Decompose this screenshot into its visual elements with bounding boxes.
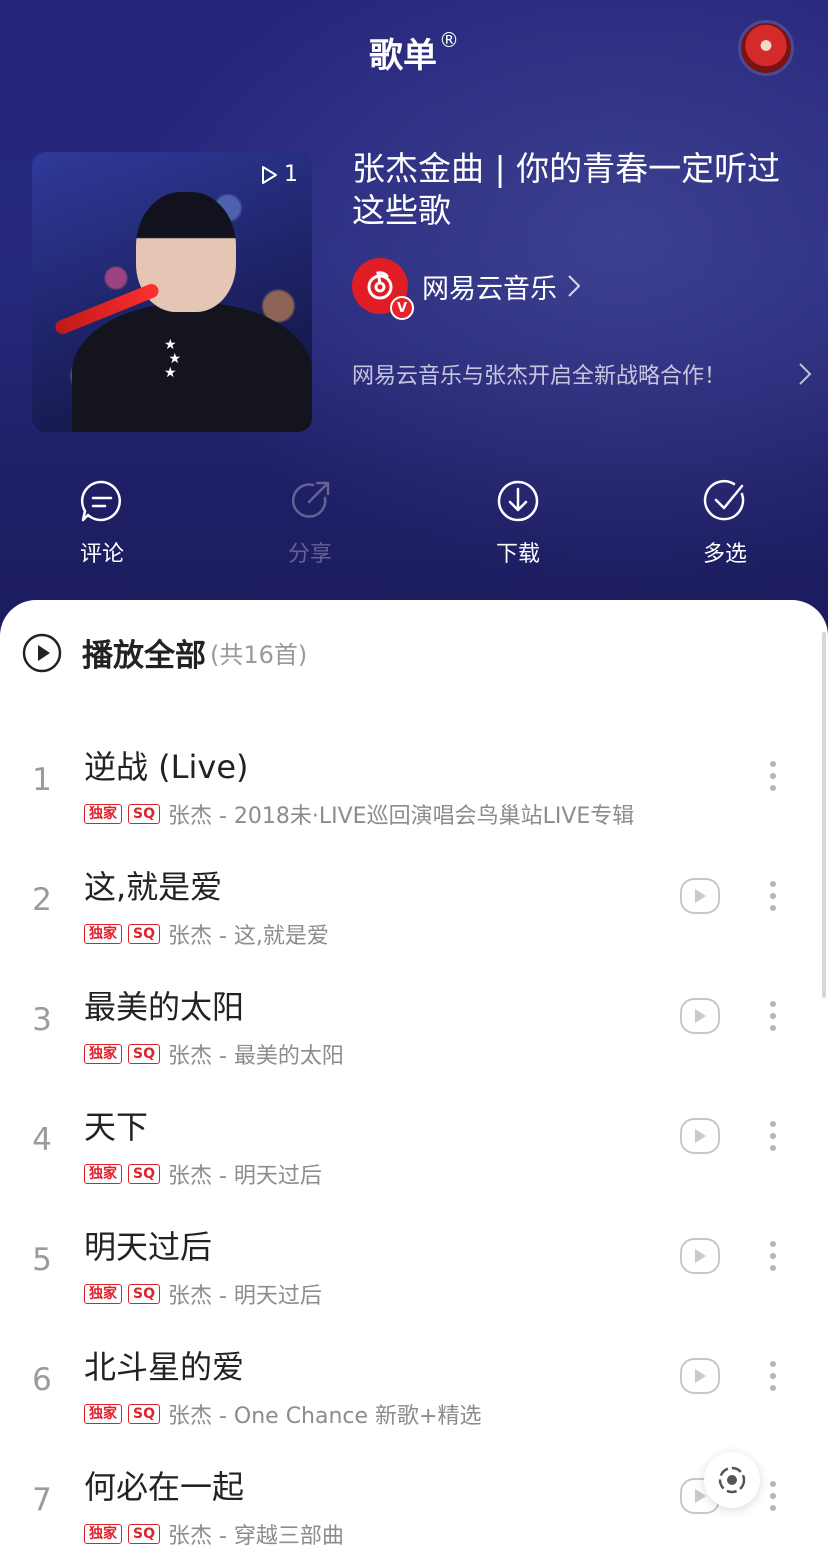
verified-badge: V	[390, 296, 414, 320]
song-meta: 独家 SQ 张杰 - 明天过后	[84, 1158, 322, 1190]
creator-avatar[interactable]: V	[352, 258, 414, 320]
playlist-title: 张杰金曲 | 你的青春一定听过这些歌	[352, 149, 781, 230]
song-artist-album: 张杰 - 明天过后	[167, 1164, 322, 1189]
song-row[interactable]: 7 何必在一起独家 SQ 张杰 - 穿越三部曲	[0, 1440, 828, 1560]
share-button[interactable]: 分享	[250, 478, 370, 568]
song-artist-album: 张杰 - 穿越三部曲	[167, 1524, 344, 1549]
song-artist-album: 张杰 - 2018未·LIVE巡回演唱会鸟巢站LIVE专辑	[167, 804, 635, 829]
song-title: 这,就是爱	[84, 868, 223, 906]
exclusive-tag: 独家	[84, 804, 122, 824]
play-icon	[695, 1369, 706, 1383]
cover-stars: ★ ★ ★	[164, 337, 182, 381]
song-title: 明天过后	[84, 1228, 213, 1266]
exclusive-tag: 独家	[84, 1524, 122, 1544]
song-row[interactable]: 5 明天过后独家 SQ 张杰 - 明天过后	[0, 1200, 828, 1320]
exclusive-tag: 独家	[84, 1164, 122, 1184]
playlist-cover[interactable]: ★ ★ ★ 1	[32, 152, 312, 432]
song-index: 2	[32, 882, 52, 918]
song-meta: 独家 SQ 张杰 - One Chance 新歌+精选	[84, 1398, 482, 1430]
more-options-icon[interactable]	[766, 1478, 780, 1514]
sq-quality-tag: SQ	[128, 1404, 160, 1424]
sq-quality-tag: SQ	[128, 1284, 160, 1304]
sq-quality-tag: SQ	[128, 1044, 160, 1064]
play-icon	[695, 1489, 706, 1503]
scrollbar[interactable]	[822, 632, 826, 998]
download-button[interactable]: 下载	[458, 478, 578, 568]
song-artist-album: 张杰 - One Chance 新歌+精选	[167, 1404, 482, 1429]
multiselect-icon	[703, 479, 745, 521]
more-options-icon[interactable]	[766, 1238, 780, 1274]
mv-play-button[interactable]	[680, 878, 720, 914]
song-meta: 独家 SQ 张杰 - 最美的太阳	[84, 1038, 344, 1070]
song-row[interactable]: 3 最美的太阳独家 SQ 张杰 - 最美的太阳	[0, 960, 828, 1080]
song-row[interactable]: 4 天下独家 SQ 张杰 - 明天过后	[0, 1080, 828, 1200]
play-icon	[695, 1249, 706, 1263]
song-meta: 独家 SQ 张杰 - 这,就是爱	[84, 918, 329, 950]
song-row[interactable]: 6 北斗星的爱独家 SQ 张杰 - One Chance 新歌+精选	[0, 1320, 828, 1440]
creator-name[interactable]: 网易云音乐	[422, 267, 557, 306]
play-icon	[695, 1009, 706, 1023]
download-icon	[497, 480, 539, 522]
song-index: 4	[32, 1122, 52, 1158]
floating-now-playing-button[interactable]	[704, 1452, 760, 1508]
creator-row[interactable]: V 网易云音乐	[352, 258, 581, 320]
comment-icon	[80, 480, 122, 522]
song-row[interactable]: 2 这,就是爱独家 SQ 张杰 - 这,就是爱	[0, 840, 828, 960]
song-row[interactable]: 1 逆战 (Live) 独家 SQ 张杰 - 2018未·LIVE巡回演唱会鸟巢站LIV…	[0, 720, 828, 840]
more-options-icon[interactable]	[766, 998, 780, 1034]
more-options-icon[interactable]	[766, 878, 780, 914]
song-artist-album: 张杰 - 明天过后	[167, 1284, 322, 1309]
song-index: 1	[32, 762, 52, 798]
song-title: 北斗星的爱	[84, 1348, 245, 1386]
song-meta: 独家 SQ 张杰 - 2018未·LIVE巡回演唱会鸟巢站LIVE专辑	[84, 798, 634, 830]
exclusive-tag: 独家	[84, 924, 122, 944]
song-index: 6	[32, 1362, 52, 1398]
song-list-panel: 播放全部 (共16首) 1 逆战 (Live) 独家 SQ 张杰 - 2018未·LIV…	[0, 600, 828, 1549]
song-meta: 独家 SQ 张杰 - 穿越三部曲	[84, 1518, 344, 1550]
exclusive-tag: 独家	[84, 1044, 122, 1064]
user-avatar[interactable]	[738, 20, 794, 76]
sq-quality-tag: SQ	[128, 924, 160, 944]
play-circle-icon	[22, 633, 62, 672]
more-options-icon[interactable]	[766, 758, 780, 794]
exclusive-tag: 独家	[84, 1404, 122, 1424]
play-outline-icon	[262, 165, 277, 184]
play-icon	[695, 889, 706, 903]
song-index: 5	[32, 1242, 52, 1278]
share-icon	[291, 481, 330, 518]
play-icon	[695, 1129, 706, 1143]
mv-play-button[interactable]	[680, 1358, 720, 1394]
cover-figure	[72, 302, 312, 432]
sq-quality-tag: SQ	[128, 1164, 160, 1184]
sq-quality-tag: SQ	[128, 804, 160, 824]
song-artist-album: 张杰 - 最美的太阳	[167, 1044, 344, 1069]
mv-play-button[interactable]	[680, 998, 720, 1034]
play-all-button[interactable]: 播放全部 (共16首)	[22, 630, 307, 675]
exclusive-tag: 独家	[84, 1284, 122, 1304]
sq-quality-tag: SQ	[128, 1524, 160, 1544]
song-title: 天下	[84, 1108, 149, 1146]
multiselect-button[interactable]: 多选	[665, 478, 785, 568]
playlist-description[interactable]: 网易云音乐与张杰开启全新战略合作！	[352, 358, 812, 390]
record-icon	[718, 1466, 746, 1494]
song-artist-album: 张杰 - 这,就是爱	[167, 924, 329, 949]
more-options-icon[interactable]	[766, 1358, 780, 1394]
song-index: 3	[32, 1002, 52, 1038]
song-index: 7	[32, 1482, 52, 1518]
song-title: 最美的太阳	[84, 988, 245, 1026]
netease-music-logo-icon	[367, 271, 393, 300]
song-meta: 独家 SQ 张杰 - 明天过后	[84, 1278, 322, 1310]
mv-play-button[interactable]	[680, 1118, 720, 1154]
comment-button[interactable]: 评论	[42, 478, 162, 568]
song-title: 逆战 (Live)	[84, 748, 249, 786]
mv-play-button[interactable]	[680, 1238, 720, 1274]
chevron-right-icon	[568, 275, 581, 297]
more-options-icon[interactable]	[766, 1118, 780, 1154]
song-title: 何必在一起	[84, 1468, 245, 1506]
play-count: 1	[258, 162, 298, 187]
page-title: 歌单 ®	[369, 28, 459, 76]
chevron-right-icon	[799, 363, 812, 385]
